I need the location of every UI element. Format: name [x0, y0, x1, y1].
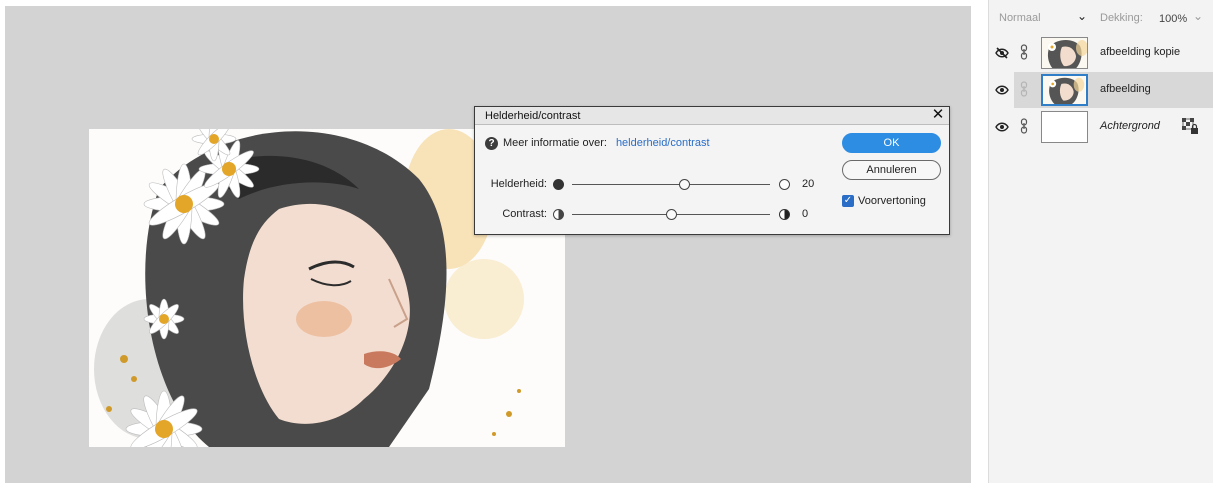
- layer-name[interactable]: afbeelding: [1100, 83, 1151, 95]
- link-icon[interactable]: [1020, 81, 1028, 97]
- info-label: Meer informatie over:: [503, 137, 607, 149]
- chevron-down-icon[interactable]: ⌄: [1077, 9, 1087, 23]
- layer-row[interactable]: Achtergrond: [989, 109, 1213, 145]
- layers-panel: Normaal ⌄ Dekking: 100% ⌄ afbeelding kop…: [988, 0, 1213, 483]
- brightness-value: 20: [802, 178, 815, 190]
- brightness-slider-thumb[interactable]: [679, 179, 691, 190]
- close-icon[interactable]: ✕: [931, 107, 945, 123]
- info-row: ? Meer informatie over: helderheid/contr…: [485, 135, 710, 151]
- contrast-label: Contrast:: [502, 208, 547, 220]
- layer-row-selected[interactable]: afbeelding: [989, 72, 1213, 108]
- contrast-slider-row: Contrast: 0: [475, 207, 825, 223]
- eye-hidden-icon[interactable]: [995, 47, 1009, 59]
- brightness-low-icon: [553, 179, 564, 190]
- brightness-slider-track[interactable]: [572, 184, 770, 185]
- blend-mode-select[interactable]: Normaal: [999, 12, 1041, 24]
- brightness-slider-row: Helderheid: 20: [475, 177, 825, 193]
- brightness-high-icon: [779, 179, 790, 190]
- link-icon[interactable]: [1020, 118, 1028, 134]
- preview-checkbox[interactable]: ✓: [842, 195, 854, 207]
- brightness-label: Helderheid:: [490, 178, 547, 190]
- help-link[interactable]: helderheid/contrast: [616, 137, 710, 149]
- layer-thumbnail[interactable]: [1041, 37, 1088, 69]
- preview-checkbox-row[interactable]: ✓ Voorvertoning: [842, 195, 926, 207]
- eye-icon[interactable]: [995, 84, 1009, 96]
- layer-thumbnail-blank[interactable]: [1041, 111, 1088, 143]
- contrast-low-icon: [553, 209, 564, 220]
- opacity-label: Dekking:: [1100, 12, 1143, 24]
- layers-panel-toolbar: Normaal ⌄ Dekking: 100% ⌄: [989, 8, 1213, 30]
- layer-name[interactable]: Achtergrond: [1100, 120, 1160, 132]
- ok-button[interactable]: OK: [842, 133, 941, 153]
- canvas-workspace[interactable]: [5, 6, 971, 483]
- layer-thumbnail[interactable]: [1041, 74, 1088, 106]
- link-icon[interactable]: [1020, 44, 1028, 60]
- contrast-value: 0: [802, 208, 809, 220]
- chevron-down-icon[interactable]: ⌄: [1193, 9, 1203, 23]
- preview-label: Voorvertoning: [858, 195, 926, 207]
- eye-icon[interactable]: [995, 121, 1009, 133]
- layer-row[interactable]: afbeelding kopie: [989, 35, 1213, 71]
- cancel-button[interactable]: Annuleren: [842, 160, 941, 180]
- contrast-high-icon: [779, 209, 790, 220]
- opacity-value[interactable]: 100%: [1159, 13, 1187, 25]
- brightness-contrast-dialog: Helderheid/contrast ✕ ? Meer informatie …: [474, 106, 950, 235]
- dialog-title: Helderheid/contrast: [485, 110, 581, 122]
- dialog-titlebar[interactable]: Helderheid/contrast ✕: [475, 107, 949, 125]
- contrast-slider-thumb[interactable]: [665, 209, 677, 220]
- question-icon: ?: [485, 136, 498, 150]
- lock-icon[interactable]: [1182, 118, 1199, 136]
- layer-name[interactable]: afbeelding kopie: [1100, 46, 1180, 58]
